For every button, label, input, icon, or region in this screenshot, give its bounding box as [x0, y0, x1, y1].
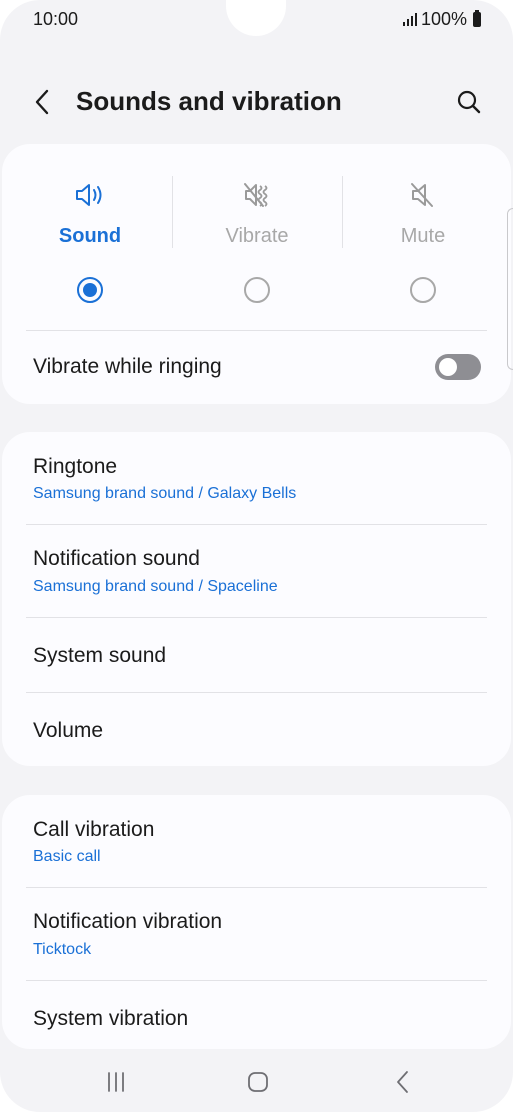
- mute-icon: [411, 183, 433, 207]
- list-item-subtitle: Ticktock: [33, 941, 92, 958]
- chevron-left-icon: [35, 89, 49, 115]
- list-item-title: Notification vibration: [33, 910, 223, 933]
- sound-mode-option-vibrate[interactable]: Vibrate: [172, 144, 342, 319]
- sound-mode-option-mute[interactable]: Mute: [338, 144, 508, 319]
- home-button[interactable]: [233, 1060, 283, 1104]
- mute-mode-radio[interactable]: [410, 277, 436, 303]
- sound-mode-card: Sound Vibrate Mute Vibrate while ringing: [2, 144, 511, 404]
- camera-notch: [226, 0, 286, 36]
- back-button[interactable]: [26, 86, 58, 118]
- list-item-title: System vibration: [33, 1007, 189, 1030]
- phone-screen: 10:00 100% Sounds and vibration Sound Vi…: [0, 0, 513, 1112]
- list-item-call-vibration[interactable]: Call vibration Basic call: [2, 795, 511, 887]
- status-bar: 10:00 100%: [0, 0, 513, 40]
- vibrate-while-ringing-switch[interactable]: [435, 354, 481, 380]
- sound-mode-radio[interactable]: [77, 277, 103, 303]
- recent-apps-button[interactable]: [91, 1060, 141, 1104]
- vibrate-while-ringing-row[interactable]: Vibrate while ringing: [2, 330, 511, 404]
- status-time: 10:00: [33, 9, 79, 29]
- list-item-subtitle: Basic call: [33, 848, 101, 865]
- vibrate-mode-label: Vibrate: [225, 225, 289, 247]
- sound-mode-option-sound[interactable]: Sound: [5, 144, 175, 319]
- page-title: Sounds and vibration: [76, 86, 342, 116]
- list-item-system-sound[interactable]: System sound: [2, 618, 511, 693]
- signal-icon: [402, 13, 417, 26]
- vibrate-while-ringing-label: Vibrate while ringing: [33, 355, 222, 378]
- back-nav-button[interactable]: [378, 1060, 428, 1104]
- list-item-subtitle: Samsung brand sound / Spaceline: [33, 578, 278, 595]
- list-item-title: System sound: [33, 644, 167, 667]
- list-item-subtitle: Samsung brand sound / Galaxy Bells: [33, 485, 297, 502]
- search-button[interactable]: [453, 86, 485, 118]
- list-item-title: Ringtone: [33, 455, 118, 478]
- speaker-icon: [76, 184, 102, 206]
- back-icon: [397, 1071, 408, 1093]
- vibrate-icon: [244, 183, 268, 207]
- list-item-system-vibration[interactable]: System vibration: [2, 981, 511, 1049]
- sounds-card: Ringtone Samsung brand sound / Galaxy Be…: [2, 432, 511, 766]
- list-item-ringtone[interactable]: Ringtone Samsung brand sound / Galaxy Be…: [2, 432, 511, 525]
- status-indicators: 100%: [402, 9, 481, 30]
- list-item-volume[interactable]: Volume: [2, 693, 511, 766]
- scroll-handle[interactable]: [507, 208, 513, 370]
- battery-icon: [473, 10, 481, 27]
- list-item-title: Volume: [33, 719, 104, 742]
- list-item-notification-sound[interactable]: Notification sound Samsung brand sound /…: [2, 525, 511, 618]
- vibrate-mode-radio[interactable]: [244, 277, 270, 303]
- search-icon: [457, 90, 481, 114]
- list-item-notification-vibration[interactable]: Notification vibration Ticktock: [2, 888, 511, 981]
- battery-percentage: 100%: [420, 9, 467, 29]
- recent-apps-icon: [108, 1072, 124, 1092]
- vibration-card: Call vibration Basic call Notification v…: [2, 795, 511, 1049]
- list-item-title: Notification sound: [33, 547, 200, 570]
- mute-mode-label: Mute: [400, 225, 446, 247]
- sound-mode-label: Sound: [58, 225, 122, 247]
- app-header: Sounds and vibration: [0, 74, 513, 130]
- home-icon: [248, 1072, 268, 1092]
- navigation-bar: [0, 1052, 513, 1112]
- list-item-title: Call vibration: [33, 818, 155, 841]
